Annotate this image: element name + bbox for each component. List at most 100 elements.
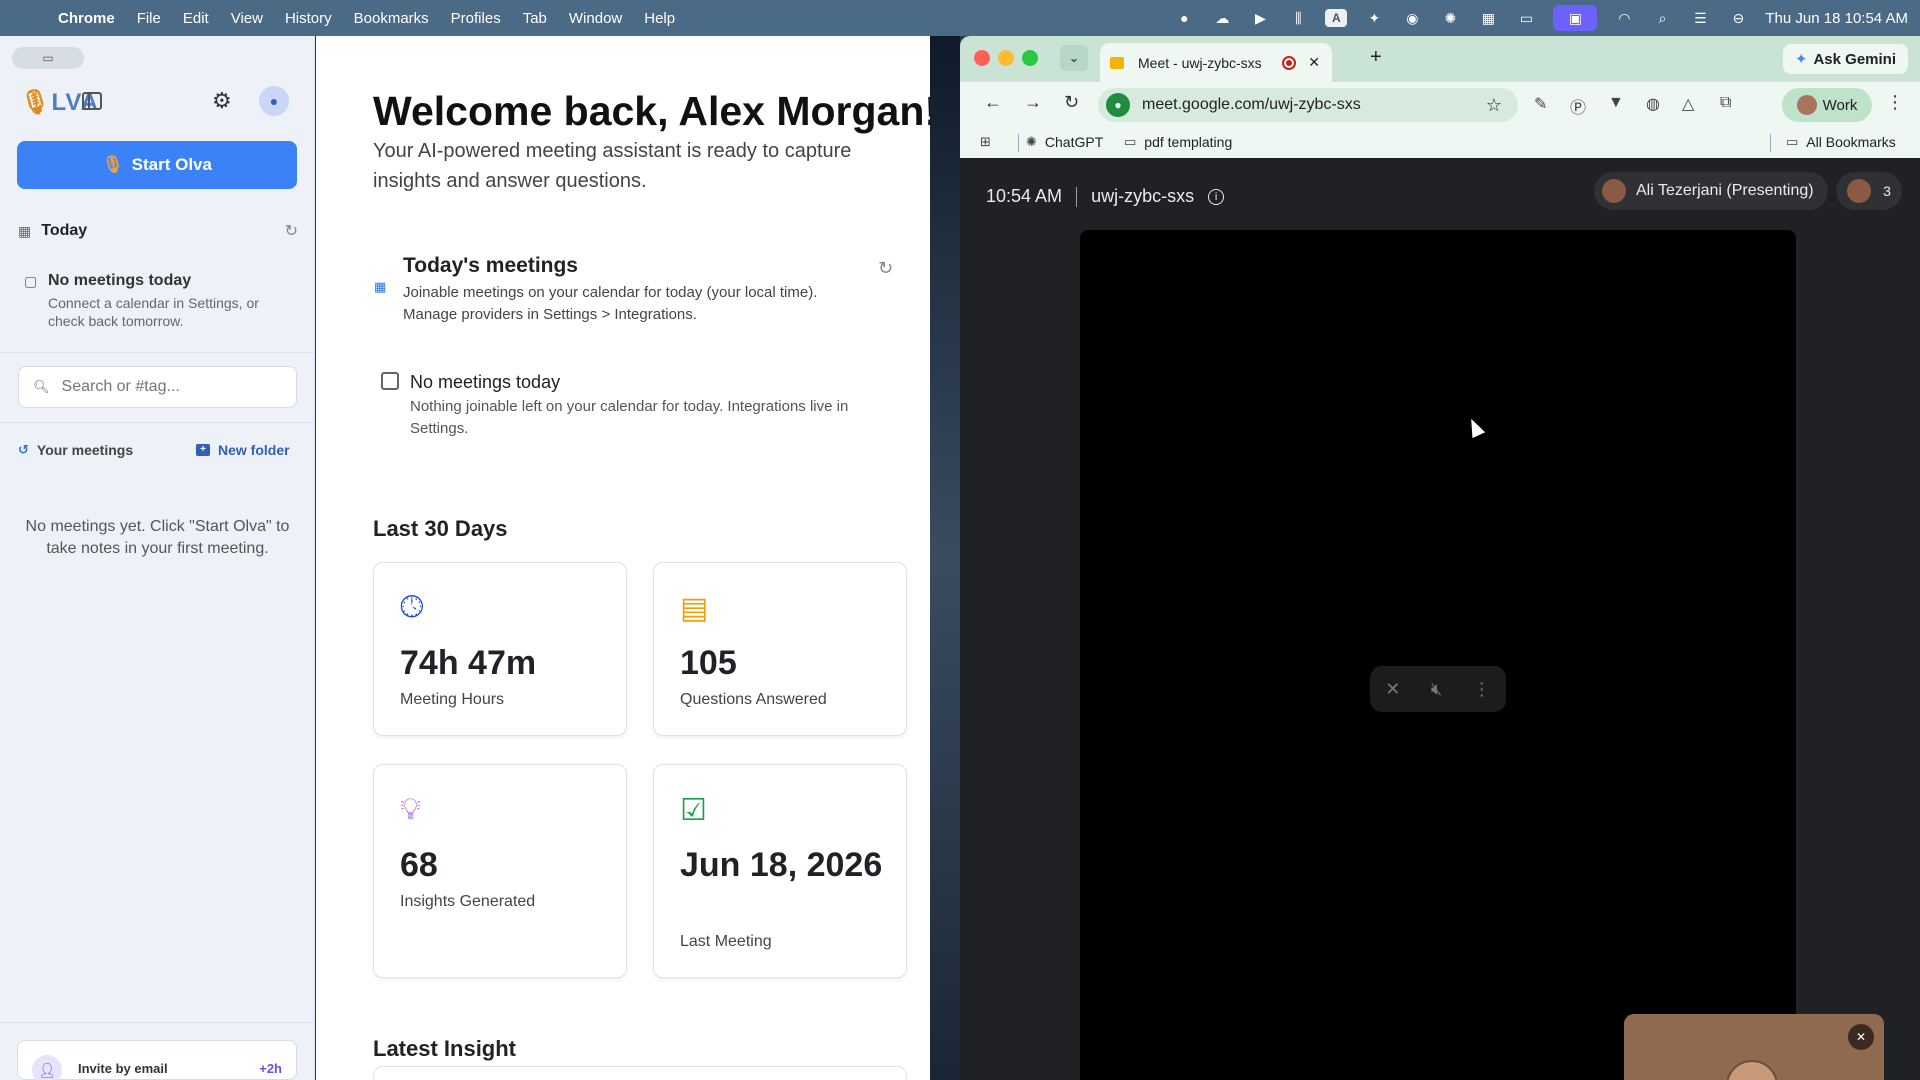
extension-v-icon[interactable]: ▼ bbox=[1608, 94, 1624, 112]
tab-meet[interactable]: Meet - uwj-zybc-sxs ✕ bbox=[1100, 43, 1332, 82]
profile-button[interactable]: Work bbox=[1782, 88, 1872, 122]
apps-grid-icon[interactable]: ⊞ bbox=[980, 134, 991, 150]
bookmark-star-icon[interactable]: ☆ bbox=[1486, 95, 1502, 116]
menu-file[interactable]: File bbox=[137, 10, 161, 27]
participants-count: 3 bbox=[1883, 183, 1891, 199]
back-icon[interactable]: ← bbox=[984, 92, 1002, 113]
self-view-tile[interactable]: ✕ bbox=[1624, 1014, 1884, 1080]
forward-icon[interactable]: → bbox=[1024, 92, 1042, 113]
meeting-info-divider bbox=[1076, 186, 1078, 207]
mute-audio-icon[interactable]: 🔇︎ bbox=[1431, 679, 1442, 700]
refresh-icon[interactable]: ↻ bbox=[285, 221, 298, 241]
mouse-cursor bbox=[1464, 415, 1486, 439]
page-title: Welcome back, Alex Morgan! bbox=[373, 88, 930, 134]
calendar-check-icon: ☑ bbox=[680, 794, 707, 827]
extension-circle-icon[interactable]: ◍ bbox=[1646, 94, 1660, 114]
chrome-menu-icon[interactable]: ⋮ bbox=[1886, 92, 1904, 113]
today-label: Today bbox=[41, 222, 88, 239]
tab-search-chevron-icon[interactable]: ⌄ bbox=[1060, 45, 1088, 71]
presenter-chip[interactable]: Ali Tezerjani (Presenting) bbox=[1594, 172, 1828, 210]
menubar-clock[interactable]: Thu Jun 18 10:54 AM bbox=[1765, 10, 1908, 27]
page-subtitle: Your AI-powered meeting assistant is rea… bbox=[373, 140, 852, 192]
google-drive-icon[interactable]: △ bbox=[1682, 94, 1694, 114]
start-olva-button[interactable]: 🎙 Start Olva bbox=[17, 141, 297, 189]
sidebar-empty-desc: Connect a calendar in Settings, or check… bbox=[48, 295, 259, 329]
meeting-info: 10:54 AM uwj-zybc-sxs i bbox=[986, 186, 1225, 207]
menu-window[interactable]: Window bbox=[569, 10, 622, 27]
add-user-icon: 👤︎ bbox=[32, 1055, 62, 1080]
control-center-icon[interactable]: ☰ bbox=[1689, 9, 1711, 27]
play-icon[interactable]: ▶ bbox=[1249, 9, 1271, 27]
calendar-outline-icon bbox=[381, 372, 399, 390]
bookmark-chatgpt[interactable]: ✺ ChatGPT bbox=[1026, 134, 1103, 150]
menu-bookmarks[interactable]: Bookmarks bbox=[354, 10, 429, 27]
chat-icon: ▤ bbox=[680, 592, 709, 625]
desktop-background bbox=[930, 36, 960, 1080]
profile-label: Work bbox=[1822, 96, 1858, 114]
menu-profiles[interactable]: Profiles bbox=[451, 10, 501, 27]
stat-card-last-meeting: ☑ Jun 18, 2026 Last Meeting bbox=[653, 764, 907, 978]
battery-icon[interactable]: ▭ bbox=[1515, 9, 1537, 27]
all-bookmarks[interactable]: ▭ All Bookmarks bbox=[1786, 134, 1896, 150]
avatar[interactable]: ● bbox=[259, 86, 289, 116]
screen-share-icon[interactable]: ▣ bbox=[1553, 5, 1598, 31]
close-window-button[interactable] bbox=[974, 50, 990, 66]
unpin-icon[interactable]: ✕ bbox=[1385, 679, 1400, 700]
participants-button[interactable]: 3 bbox=[1836, 172, 1902, 210]
openai-icon[interactable]: ✺ bbox=[1439, 9, 1461, 27]
calendar-outline-icon: ▢ bbox=[24, 273, 38, 289]
extension-p-icon[interactable]: Ⓟ bbox=[1570, 94, 1586, 118]
record-icon[interactable]: ● bbox=[1173, 9, 1195, 27]
mic-in-use-icon[interactable]: ● bbox=[1106, 93, 1130, 117]
todays-meetings-desc: Joinable meetings on your calendar for t… bbox=[403, 284, 818, 323]
refresh-icon[interactable]: ↻ bbox=[878, 258, 893, 279]
fullscreen-window-button[interactable] bbox=[1022, 50, 1038, 66]
reload-icon[interactable]: ↻ bbox=[1064, 92, 1079, 113]
folder-icon: ▭ bbox=[1786, 134, 1799, 149]
logo-mic-icon: 🎙 bbox=[20, 89, 52, 116]
extensions-puzzle-icon[interactable]: ⧉ bbox=[1720, 94, 1731, 112]
address-bar[interactable]: ● meet.google.com/uwj-zybc-sxs ☆ bbox=[1098, 88, 1518, 122]
calendar-icon[interactable]: ▦ bbox=[1477, 9, 1499, 27]
new-tab-button[interactable]: + bbox=[1370, 46, 1382, 69]
your-meetings-header: ↺ Your meetings bbox=[18, 442, 133, 458]
calendar-icon: ▦ bbox=[374, 279, 387, 294]
meeting-time: 10:54 AM bbox=[986, 186, 1063, 206]
weather-icon[interactable]: ☁ bbox=[1211, 9, 1233, 27]
a-icon[interactable]: A bbox=[1325, 9, 1348, 27]
invite-by-email-button[interactable]: 👤︎ Invite by email +2h bbox=[17, 1040, 297, 1080]
menu-app-name[interactable]: Chrome bbox=[58, 10, 115, 27]
bars-icon[interactable]: ⫼ bbox=[1287, 9, 1309, 27]
ask-gemini-button[interactable]: ✦ Ask Gemini bbox=[1782, 44, 1908, 74]
spotlight-icon[interactable]: ⌕ bbox=[1651, 9, 1673, 27]
menu-tab[interactable]: Tab bbox=[523, 10, 547, 27]
bookmark-pdf-templating[interactable]: ▭ pdf templating bbox=[1124, 134, 1232, 150]
extension-icon[interactable]: ✎ bbox=[1534, 94, 1547, 114]
more-options-icon[interactable]: ⋮ bbox=[1473, 679, 1491, 700]
focus-icon[interactable]: ⊖ bbox=[1727, 9, 1749, 27]
presentation-stage[interactable]: ✕ 🔇︎ ⋮ bbox=[1080, 230, 1796, 1080]
menu-help[interactable]: Help bbox=[644, 10, 675, 27]
assistant-icon[interactable]: ◉ bbox=[1401, 9, 1423, 27]
gear-icon[interactable]: ⚙ bbox=[212, 88, 232, 114]
stat-label: Insights Generated bbox=[400, 893, 536, 910]
divider bbox=[0, 1022, 315, 1023]
mic-icon: 🎙 bbox=[102, 155, 124, 174]
menu-view[interactable]: View bbox=[231, 10, 263, 27]
url-text[interactable]: meet.google.com/uwj-zybc-sxs bbox=[1142, 96, 1361, 114]
search-input[interactable] bbox=[61, 378, 282, 396]
menu-edit[interactable]: Edit bbox=[183, 10, 209, 27]
window-toggle-icon[interactable]: ▭ bbox=[12, 47, 84, 69]
search-box[interactable]: 🔍︎ bbox=[18, 366, 297, 408]
new-folder-button[interactable]: + New folder bbox=[196, 442, 290, 458]
wifi-icon[interactable]: ◠ bbox=[1613, 9, 1635, 27]
todays-meetings-title: Today's meetings bbox=[403, 254, 578, 277]
sidebar-toggle-icon[interactable] bbox=[82, 92, 102, 110]
new-folder-label: New folder bbox=[218, 442, 290, 458]
sparkle-icon[interactable]: ✦ bbox=[1363, 9, 1385, 27]
close-tab-icon[interactable]: ✕ bbox=[1308, 54, 1320, 71]
minimize-window-button[interactable] bbox=[998, 50, 1014, 66]
info-icon[interactable]: i bbox=[1208, 188, 1225, 205]
search-icon: 🔍︎ bbox=[33, 379, 50, 394]
menu-history[interactable]: History bbox=[285, 10, 332, 27]
